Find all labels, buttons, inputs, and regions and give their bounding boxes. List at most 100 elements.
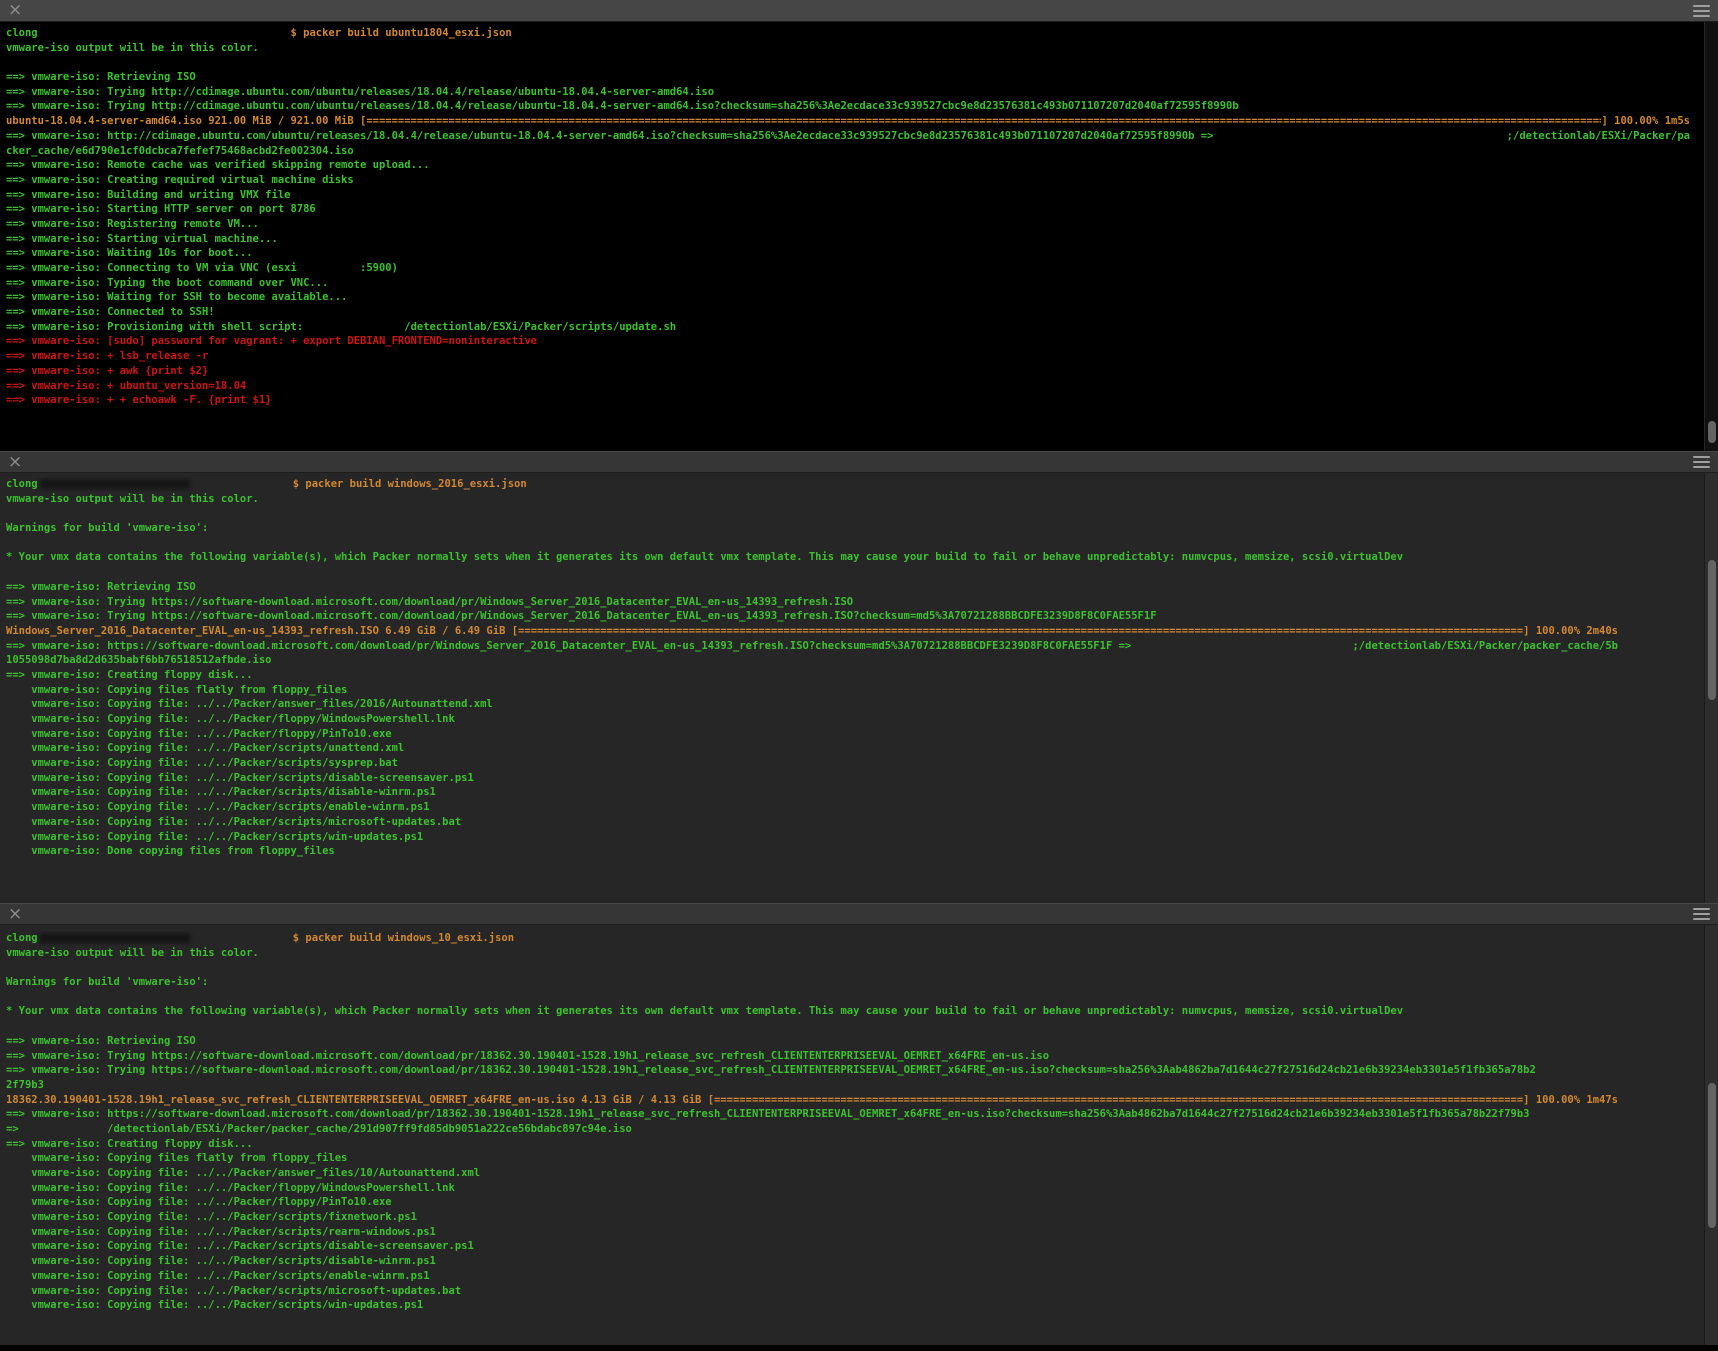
bottom-edge bbox=[0, 1345, 1718, 1351]
terminal-output: clong $ packer build windows_2016_esxi.j… bbox=[0, 473, 1718, 903]
scrollbar[interactable] bbox=[1704, 925, 1718, 1345]
terminal-line: ==> vmware-iso: Trying https://software-… bbox=[6, 609, 1618, 624]
terminal-output: clong $ packer build ubuntu1804_esxi.jso… bbox=[0, 22, 1718, 451]
terminal-line: ==> vmware-iso: Trying http://cdimage.ub… bbox=[6, 99, 1690, 114]
terminal-line: ==> vmware-iso: Building and writing VMX… bbox=[6, 188, 1690, 203]
progress-bar: ========================================… bbox=[518, 624, 1523, 639]
redacted-text bbox=[40, 479, 190, 489]
terminal-line: ==> vmware-iso: Creating floppy disk... bbox=[6, 1137, 1618, 1152]
terminal-line: vmware-iso: Copying files flatly from fl… bbox=[6, 1151, 1618, 1166]
close-icon[interactable]: × bbox=[8, 454, 22, 471]
terminal-line: cker_cache/e6d790e1cf0dcbca7fefef75468ac… bbox=[6, 144, 1690, 159]
terminal-line: ubuntu-18.04.4-server-amd64.iso 921.00 M… bbox=[6, 114, 1690, 129]
terminal-line bbox=[6, 536, 1618, 551]
terminal-line: vmware-iso: Done copying files from flop… bbox=[6, 844, 1618, 859]
terminal-line: vmware-iso: Copying file: ../../Packer/f… bbox=[6, 1181, 1618, 1196]
terminal-line: ==> vmware-iso: Creating required virtua… bbox=[6, 173, 1690, 188]
terminal-line: Windows_Server_2016_Datacenter_EVAL_en-u… bbox=[6, 624, 1618, 639]
progress-bar: ========================================… bbox=[366, 114, 1601, 129]
scrollbar-thumb[interactable] bbox=[1708, 421, 1716, 443]
close-icon[interactable]: × bbox=[8, 2, 22, 19]
terminal-line bbox=[6, 1019, 1618, 1034]
terminal-line: ==> vmware-iso: Starting virtual machine… bbox=[6, 232, 1690, 247]
terminal-line bbox=[6, 960, 1618, 975]
terminal-line: vmware-iso: Copying file: ../../Packer/s… bbox=[6, 741, 1618, 756]
terminal-line: => /detectionlab/ESXi/Packer/packer_cach… bbox=[6, 1122, 1618, 1137]
close-icon[interactable]: × bbox=[8, 906, 22, 923]
terminal-line bbox=[6, 506, 1618, 521]
terminal-line: vmware-iso: Copying file: ../../Packer/s… bbox=[6, 785, 1618, 800]
hamburger-menu-icon[interactable] bbox=[1693, 5, 1710, 17]
terminal-line: ==> vmware-iso: https://software-downloa… bbox=[6, 639, 1618, 654]
terminal-line: vmware-iso: Copying file: ../../Packer/s… bbox=[6, 830, 1618, 845]
terminal-line: vmware-iso: Copying file: ../../Packer/s… bbox=[6, 1210, 1618, 1225]
terminal-line: ==> vmware-iso: Retrieving ISO bbox=[6, 70, 1690, 85]
terminal-line: ==> vmware-iso: Trying https://software-… bbox=[6, 595, 1618, 610]
terminal-line: ==> vmware-iso: + + echoawk -F. {print $… bbox=[6, 393, 1690, 408]
terminal-line bbox=[6, 565, 1618, 580]
terminal-line: ==> vmware-iso: Trying http://cdimage.ub… bbox=[6, 85, 1690, 100]
hamburger-menu-icon[interactable] bbox=[1693, 456, 1710, 468]
pane-titlebar: × bbox=[0, 0, 1718, 22]
terminal-line: ==> vmware-iso: Connecting to VM via VNC… bbox=[6, 261, 1690, 276]
terminal-line: 18362.30.190401-1528.19h1_release_svc_re… bbox=[6, 1093, 1618, 1108]
terminal-line: vmware-iso: Copying files flatly from fl… bbox=[6, 683, 1618, 698]
terminal-line: vmware-iso: Copying file: ../../Packer/f… bbox=[6, 1195, 1618, 1210]
pane-titlebar: × bbox=[0, 903, 1718, 925]
terminal-output: clong $ packer build windows_10_esxi.jso… bbox=[0, 925, 1718, 1345]
terminal-line: vmware-iso: Copying file: ../../Packer/s… bbox=[6, 815, 1618, 830]
terminal-line bbox=[6, 990, 1618, 1005]
terminal-line: clong $ packer build ubuntu1804_esxi.jso… bbox=[6, 26, 1690, 41]
terminal-line: ==> vmware-iso: Registering remote VM... bbox=[6, 217, 1690, 232]
terminal-line: vmware-iso: Copying file: ../../Packer/s… bbox=[6, 1298, 1618, 1313]
scrollbar-thumb[interactable] bbox=[1708, 1083, 1716, 1228]
progress-bar: ========================================… bbox=[714, 1093, 1523, 1108]
hamburger-menu-icon[interactable] bbox=[1693, 908, 1710, 920]
terminal-line: vmware-iso: Copying file: ../../Packer/s… bbox=[6, 756, 1618, 771]
terminal-line: ==> vmware-iso: Remote cache was verifie… bbox=[6, 158, 1690, 173]
scrollbar[interactable] bbox=[1704, 473, 1718, 903]
terminal-line: 2f79b3 bbox=[6, 1078, 1618, 1093]
terminal-line: vmware-iso: Copying file: ../../Packer/f… bbox=[6, 712, 1618, 727]
terminal-line: vmware-iso: Copying file: ../../Packer/s… bbox=[6, 800, 1618, 815]
terminal-line: vmware-iso: Copying file: ../../Packer/s… bbox=[6, 1225, 1618, 1240]
terminal-line: ==> vmware-iso: Starting HTTP server on … bbox=[6, 202, 1690, 217]
terminal-line: ==> vmware-iso: Retrieving ISO bbox=[6, 1034, 1618, 1049]
terminal-line: clong $ packer build windows_2016_esxi.j… bbox=[6, 477, 1618, 492]
terminal-line: ==> vmware-iso: Trying https://software-… bbox=[6, 1063, 1618, 1078]
terminal-line: ==> vmware-iso: Trying https://software-… bbox=[6, 1049, 1618, 1064]
scrollbar[interactable] bbox=[1704, 22, 1718, 451]
terminal-line: ==> vmware-iso: Provisioning with shell … bbox=[6, 320, 1690, 335]
terminal-line: vmware-iso: Copying file: ../../Packer/a… bbox=[6, 1166, 1618, 1181]
terminal-line: * Your vmx data contains the following v… bbox=[6, 550, 1618, 565]
terminal-line: ==> vmware-iso: Typing the boot command … bbox=[6, 276, 1690, 291]
pane-titlebar: × bbox=[0, 451, 1718, 473]
terminal-line: ==> vmware-iso: http://cdimage.ubuntu.co… bbox=[6, 129, 1690, 144]
terminal-line: vmware-iso: Copying file: ../../Packer/s… bbox=[6, 1284, 1618, 1299]
terminal-pane-windows10: × clong $ packer build windows_10_esxi.j… bbox=[0, 903, 1718, 1345]
terminal-line: ==> vmware-iso: [sudo] password for vagr… bbox=[6, 334, 1690, 349]
terminal-line: vmware-iso output will be in this color. bbox=[6, 946, 1618, 961]
scrollbar-thumb[interactable] bbox=[1708, 560, 1716, 700]
terminal-line: Warnings for build 'vmware-iso': bbox=[6, 975, 1618, 990]
terminal-line: vmware-iso output will be in this color. bbox=[6, 41, 1690, 56]
terminal-line: ==> vmware-iso: + awk {print $2} bbox=[6, 364, 1690, 379]
terminal-line: ==> vmware-iso: Retrieving ISO bbox=[6, 580, 1618, 595]
terminal-line: ==> vmware-iso: https://software-downloa… bbox=[6, 1107, 1618, 1122]
terminal-pane-ubuntu1804: × clong $ packer build ubuntu1804_esxi.j… bbox=[0, 0, 1718, 451]
terminal-line: * Your vmx data contains the following v… bbox=[6, 1004, 1618, 1019]
terminal-pane-windows2016: × clong $ packer build windows_2016_esxi… bbox=[0, 451, 1718, 903]
terminal-line: ==> vmware-iso: Creating floppy disk... bbox=[6, 668, 1618, 683]
terminal-line: ==> vmware-iso: Waiting for SSH to becom… bbox=[6, 290, 1690, 305]
terminal-line: clong $ packer build windows_10_esxi.jso… bbox=[6, 931, 1618, 946]
terminal-line: ==> vmware-iso: + lsb_release -r bbox=[6, 349, 1690, 364]
terminal-line: vmware-iso: Copying file: ../../Packer/s… bbox=[6, 1269, 1618, 1284]
terminal-line: vmware-iso: Copying file: ../../Packer/s… bbox=[6, 1254, 1618, 1269]
terminal-line: ==> vmware-iso: Connected to SSH! bbox=[6, 305, 1690, 320]
terminal-line: ==> vmware-iso: + ubuntu_version=18.04 bbox=[6, 379, 1690, 394]
terminal-line: ==> vmware-iso: Waiting 10s for boot... bbox=[6, 246, 1690, 261]
redacted-text bbox=[40, 933, 190, 943]
terminal-line: vmware-iso: Copying file: ../../Packer/s… bbox=[6, 771, 1618, 786]
terminal-line: vmware-iso: Copying file: ../../Packer/f… bbox=[6, 727, 1618, 742]
terminal-line bbox=[6, 55, 1690, 70]
